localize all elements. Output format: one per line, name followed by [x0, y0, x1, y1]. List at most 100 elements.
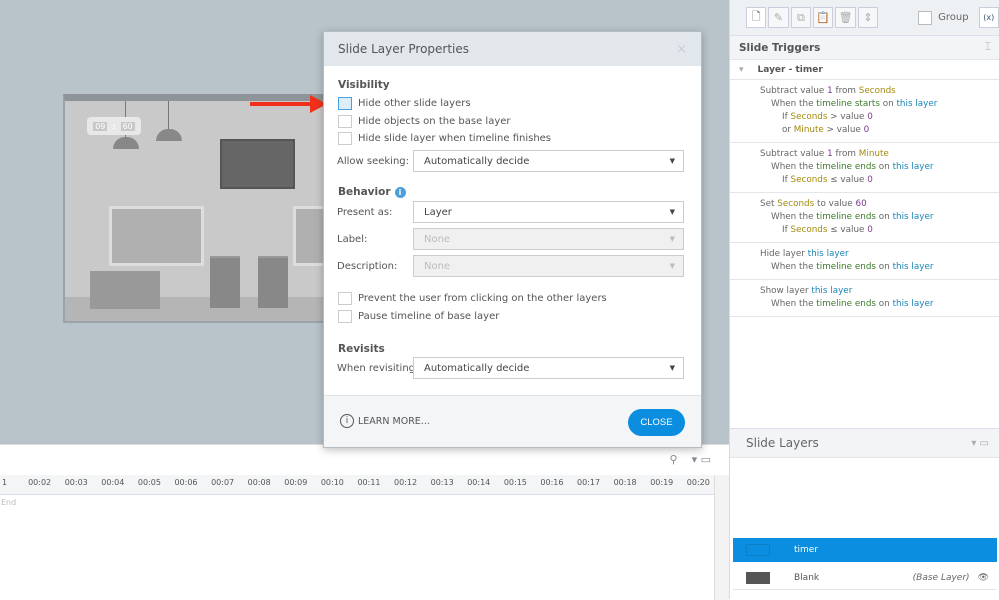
trigger-evt-text: timeline ends [816, 299, 876, 309]
trigger-obj-text: this layer [892, 212, 934, 222]
window-image [109, 206, 204, 266]
group-toggle[interactable]: Group [918, 10, 969, 25]
group-checkbox[interactable] [918, 10, 933, 25]
select-value: None [424, 233, 451, 245]
trigger-line: If Seconds ≤ value 0 [760, 174, 999, 187]
timeline-tick: 00:03 [64, 478, 88, 487]
dialog-title: Slide Layer Properties [338, 42, 470, 56]
timeline-cue-icon[interactable]: ⚲ [670, 453, 678, 466]
checkbox[interactable] [338, 292, 352, 305]
trigger-item[interactable]: Subtract value 1 from Seconds When the ti… [730, 80, 999, 143]
trigger-act-text: Subtract value [760, 86, 828, 96]
variables-button[interactable]: (x) [978, 7, 999, 28]
chevron-down-icon: ▼ [669, 364, 675, 372]
trigger-val-text: 0 [867, 175, 873, 185]
close-button[interactable]: CLOSE [628, 409, 685, 436]
copy-trigger-button[interactable]: ⧉ [790, 7, 812, 28]
pause-base-checkbox[interactable]: Pause timeline of base layer [338, 310, 499, 323]
description-label: Description: [337, 261, 398, 272]
trigger-act-text: When the [771, 162, 817, 172]
chevron-down-icon: ▼ [669, 262, 675, 270]
hide-when-finishes-checkbox[interactable]: Hide slide layer when timeline finishes [338, 132, 551, 145]
checkbox[interactable] [338, 310, 352, 323]
allow-seeking-label: Allow seeking: [337, 156, 410, 167]
trigger-var-text: Seconds [790, 175, 828, 185]
right-panel: 🗋 ✎ ⧉ 📋 🗑 ⇕ Group (x) Slide Triggers ⌶ ▾… [729, 0, 999, 599]
cabinet-image [258, 256, 288, 308]
checkbox-label: Hide objects on the base layer [358, 116, 511, 127]
present-as-label: Present as: [337, 207, 393, 218]
learn-more-link[interactable]: i LEARN MORE... [340, 414, 430, 428]
trigger-act-text: If [782, 175, 791, 185]
move-trigger-button[interactable]: ⇕ [857, 7, 879, 28]
info-icon: i [340, 414, 354, 428]
trigger-item[interactable]: Set Seconds to value 60 When the timeline… [730, 193, 999, 243]
trigger-group-header[interactable]: ▾ Layer - timer [730, 60, 999, 80]
panel-options-icon[interactable]: ▾ ▭ [971, 438, 989, 449]
trigger-evt-text: timeline starts [816, 99, 880, 109]
desk-image [90, 271, 160, 309]
eye-icon[interactable]: 👁 [978, 573, 989, 583]
trigger-item[interactable]: Show layer this layer When the timeline e… [730, 280, 999, 317]
lamp-icon [113, 137, 139, 149]
slide-preview[interactable]: 09 : 60 [63, 94, 331, 323]
slide-layers-panel: Slide Layers ▾ ▭ timer Blank (Base Layer… [730, 428, 999, 599]
timeline-scrollbar[interactable] [714, 475, 729, 600]
hide-other-layers-checkbox[interactable]: Hide other slide layers [338, 97, 471, 110]
timeline-tick: 00:10 [320, 478, 344, 487]
description-select[interactable]: None ▼ [413, 255, 684, 277]
edit-trigger-button[interactable]: ✎ [768, 7, 789, 28]
timer-display: 09 : 60 [87, 117, 141, 135]
checkbox[interactable] [338, 132, 352, 145]
when-revisiting-label: When revisiting: [337, 363, 419, 374]
hide-base-objects-checkbox[interactable]: Hide objects on the base layer [338, 115, 511, 128]
checkbox-label: Pause timeline of base layer [358, 311, 500, 322]
trigger-act-text: on [876, 162, 893, 172]
accessibility-info-icon[interactable]: i [394, 187, 406, 198]
trigger-act-text: When the [771, 299, 817, 309]
chevron-down-icon: ▼ [669, 235, 675, 243]
trigger-act-text: Show layer [760, 286, 812, 296]
prevent-clicking-checkbox[interactable]: Prevent the user from clicking on the ot… [338, 292, 607, 305]
collapse-icon[interactable]: ⌶ [985, 41, 991, 54]
label-select[interactable]: None ▼ [413, 228, 684, 250]
trigger-obj-text: this layer [892, 299, 934, 309]
lamp-icon [156, 129, 182, 141]
trigger-item[interactable]: Subtract value 1 from Minute When the tim… [730, 143, 999, 193]
trigger-act-text: ≤ value [827, 175, 868, 185]
panel-options-icon[interactable]: ▾ ▭ [692, 453, 711, 466]
checkbox[interactable] [338, 97, 352, 110]
trigger-act-text: or [782, 125, 794, 135]
trigger-obj-text: this layer [896, 99, 938, 109]
new-trigger-button[interactable]: 🗋 [746, 7, 767, 28]
trigger-var-text: Seconds [790, 225, 828, 235]
paste-trigger-button[interactable]: 📋 [813, 7, 834, 28]
layer-thumbnail [746, 571, 770, 584]
trigger-act-text: from [832, 86, 859, 96]
triggers-header: Slide Triggers ⌶ [730, 36, 999, 60]
layer-row-base[interactable]: Blank (Base Layer) 👁 [733, 566, 997, 590]
expand-caret-icon[interactable]: ▾ [739, 65, 744, 75]
present-as-select[interactable]: Layer ▼ [413, 201, 684, 223]
layer-row-timer[interactable]: timer [733, 538, 997, 562]
when-revisiting-select[interactable]: Automatically decide ▼ [413, 357, 684, 379]
trigger-val-text: 0 [867, 225, 873, 235]
trigger-item[interactable]: Hide layer this layer When the timeline e… [730, 243, 999, 280]
close-icon[interactable]: × [676, 42, 687, 57]
slide-layer-properties-dialog: Slide Layer Properties × Visibility Hide… [323, 31, 702, 448]
trigger-var-text: Seconds [777, 199, 815, 209]
trigger-line: or Minute > value 0 [760, 124, 999, 137]
timeline-tick: 00:16 [540, 478, 564, 487]
allow-seeking-select[interactable]: Automatically decide ▼ [413, 150, 684, 172]
delete-trigger-button[interactable]: 🗑 [835, 7, 856, 28]
checkbox[interactable] [338, 115, 352, 128]
visibility-heading: Visibility [338, 79, 390, 91]
timeline-tick: 00:14 [467, 478, 491, 487]
timer-minutes: 09 [93, 121, 108, 131]
trigger-line: When the timeline ends on this layer [760, 261, 999, 274]
trigger-line: When the timeline ends on this layer [760, 161, 999, 174]
timeline-ruler[interactable]: 1 00:02 00:03 00:04 00:05 00:06 00:07 00:08 00:0… [0, 475, 728, 495]
triggers-toolbar: 🗋 ✎ ⧉ 📋 🗑 ⇕ Group (x) [730, 0, 999, 36]
timeline-tick: 00:17 [577, 478, 601, 487]
trigger-act-text: on [876, 299, 893, 309]
